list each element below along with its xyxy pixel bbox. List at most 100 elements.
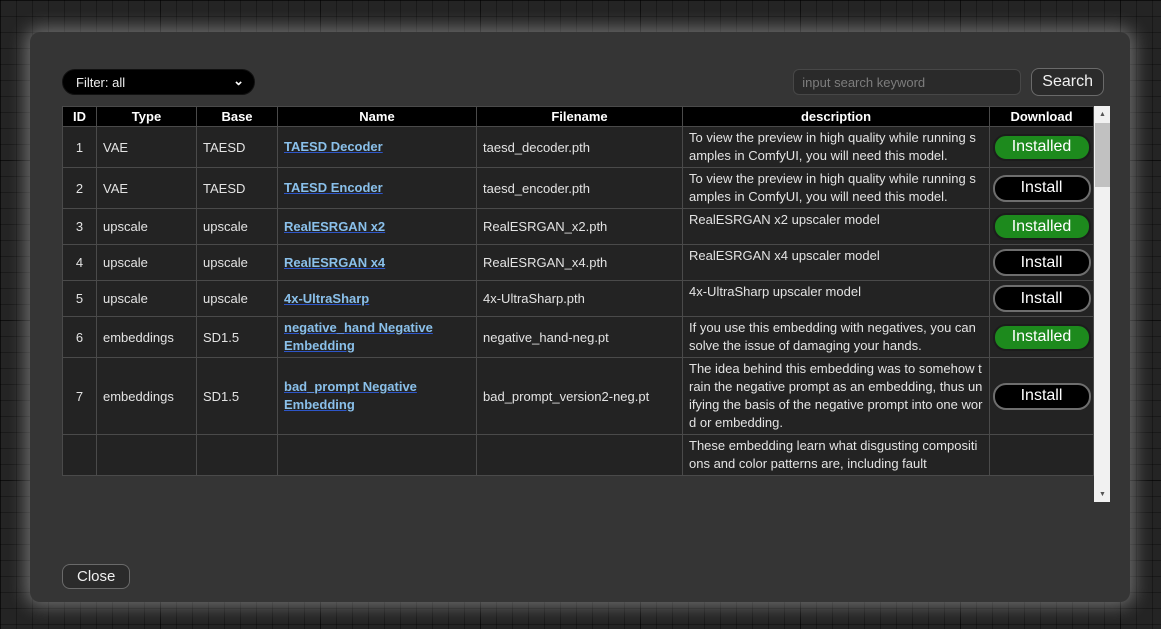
filter-select[interactable]: Filter: all [62,69,255,95]
model-name-link[interactable]: RealESRGAN x2 [284,219,385,234]
cell-description: To view the preview in high quality whil… [683,168,990,209]
cell-download: Install [990,358,1094,435]
table-header-row: ID Type Base Name Filename description D… [63,107,1094,127]
cell-id [63,435,97,476]
cell-type: upscale [97,209,197,245]
cell-filename: negative_hand-neg.pt [477,317,683,358]
cell-name [278,435,477,476]
cell-name: TAESD Decoder [278,127,477,168]
cell-name: negative_hand Negative Embedding [278,317,477,358]
scrollbar-thumb[interactable] [1095,123,1110,187]
cell-description: RealESRGAN x2 upscaler model [683,209,990,245]
description-text: The idea behind this embedding was to so… [689,360,983,432]
install-button[interactable]: Install [993,249,1091,276]
filter-select-wrap: Filter: all ⌄ [62,69,255,95]
cell-filename: taesd_encoder.pth [477,168,683,209]
cell-base: upscale [197,209,278,245]
cell-id: 6 [63,317,97,358]
cell-download: Installed [990,209,1094,245]
cell-download: Install [990,245,1094,281]
description-text: RealESRGAN x2 upscaler model [689,211,983,229]
cell-description: RealESRGAN x4 upscaler model [683,245,990,281]
table-body: 1VAETAESDTAESD Decodertaesd_decoder.pthT… [63,127,1094,476]
table-row: These embedding learn what disgusting co… [63,435,1094,476]
search-button[interactable]: Search [1031,68,1104,96]
model-name-link[interactable]: TAESD Encoder [284,180,383,195]
col-header-base: Base [197,107,278,127]
col-header-name: Name [278,107,477,127]
cell-base: upscale [197,281,278,317]
model-name-link[interactable]: 4x-UltraSharp [284,291,369,306]
search-input[interactable] [793,69,1021,95]
description-text: If you use this embedding with negatives… [689,319,983,355]
col-header-description: description [683,107,990,127]
cell-name: 4x-UltraSharp [278,281,477,317]
table-row: 5upscaleupscale4x-UltraSharp4x-UltraShar… [63,281,1094,317]
description-text: 4x-UltraSharp upscaler model [689,283,983,301]
cell-base: SD1.5 [197,358,278,435]
description-text: These embedding learn what disgusting co… [689,437,983,473]
cell-download: Install [990,168,1094,209]
installed-button[interactable]: Installed [993,324,1091,351]
cell-type [97,435,197,476]
cell-filename: RealESRGAN_x2.pth [477,209,683,245]
cell-description: The idea behind this embedding was to so… [683,358,990,435]
install-button[interactable]: Install [993,285,1091,312]
cell-description: To view the preview in high quality whil… [683,127,990,168]
cell-base: SD1.5 [197,317,278,358]
cell-type: upscale [97,281,197,317]
col-header-type: Type [97,107,197,127]
cell-description: If you use this embedding with negatives… [683,317,990,358]
cell-base: TAESD [197,168,278,209]
cell-name: RealESRGAN x4 [278,245,477,281]
description-text: To view the preview in high quality whil… [689,129,983,165]
model-name-link[interactable]: bad_prompt Negative Embedding [284,379,417,412]
model-table: ID Type Base Name Filename description D… [62,106,1094,476]
cell-type: upscale [97,245,197,281]
scrollbar-down-arrow-icon[interactable]: ▼ [1094,486,1110,502]
table-row: 4upscaleupscaleRealESRGAN x4RealESRGAN_x… [63,245,1094,281]
cell-type: embeddings [97,317,197,358]
cell-filename [477,435,683,476]
cell-type: embeddings [97,358,197,435]
install-button[interactable]: Install [993,175,1091,202]
toolbar: Filter: all ⌄ Search [62,68,1110,96]
col-header-download: Download [990,107,1094,127]
cell-base [197,435,278,476]
cell-id: 2 [63,168,97,209]
installed-button[interactable]: Installed [993,134,1091,161]
installed-button[interactable]: Installed [993,213,1091,240]
cell-type: VAE [97,168,197,209]
cell-download: Installed [990,317,1094,358]
cell-id: 7 [63,358,97,435]
table-row: 1VAETAESDTAESD Decodertaesd_decoder.pthT… [63,127,1094,168]
model-table-container: ID Type Base Name Filename description D… [62,106,1110,502]
table-row: 6embeddingsSD1.5negative_hand Negative E… [63,317,1094,358]
table-row: 3upscaleupscaleRealESRGAN x2RealESRGAN_x… [63,209,1094,245]
scrollbar-up-arrow-icon[interactable]: ▲ [1094,106,1110,122]
cell-name: bad_prompt Negative Embedding [278,358,477,435]
cell-name: RealESRGAN x2 [278,209,477,245]
description-text: To view the preview in high quality whil… [689,170,983,206]
cell-description: These embedding learn what disgusting co… [683,435,990,476]
table-row: 7embeddingsSD1.5bad_prompt Negative Embe… [63,358,1094,435]
model-name-link[interactable]: negative_hand Negative Embedding [284,320,433,353]
cell-download: Install [990,281,1094,317]
model-name-link[interactable]: RealESRGAN x4 [284,255,385,270]
col-header-id: ID [63,107,97,127]
cell-type: VAE [97,127,197,168]
table-row: 2VAETAESD TAESD Encoder taesd_encoder.pthT… [63,168,1094,209]
close-button[interactable]: Close [62,564,130,589]
cell-name: TAESD Encoder [278,168,477,209]
cell-base: upscale [197,245,278,281]
cell-filename: bad_prompt_version2-neg.pt [477,358,683,435]
install-button[interactable]: Install [993,383,1091,410]
description-text: RealESRGAN x4 upscaler model [689,247,983,265]
table-scrollbar[interactable]: ▲ ▼ [1094,106,1110,502]
cell-base: TAESD [197,127,278,168]
cell-id: 3 [63,209,97,245]
cell-filename: taesd_decoder.pth [477,127,683,168]
model-name-link[interactable]: TAESD Decoder [284,139,383,154]
cell-download: Installed [990,127,1094,168]
cell-filename: RealESRGAN_x4.pth [477,245,683,281]
